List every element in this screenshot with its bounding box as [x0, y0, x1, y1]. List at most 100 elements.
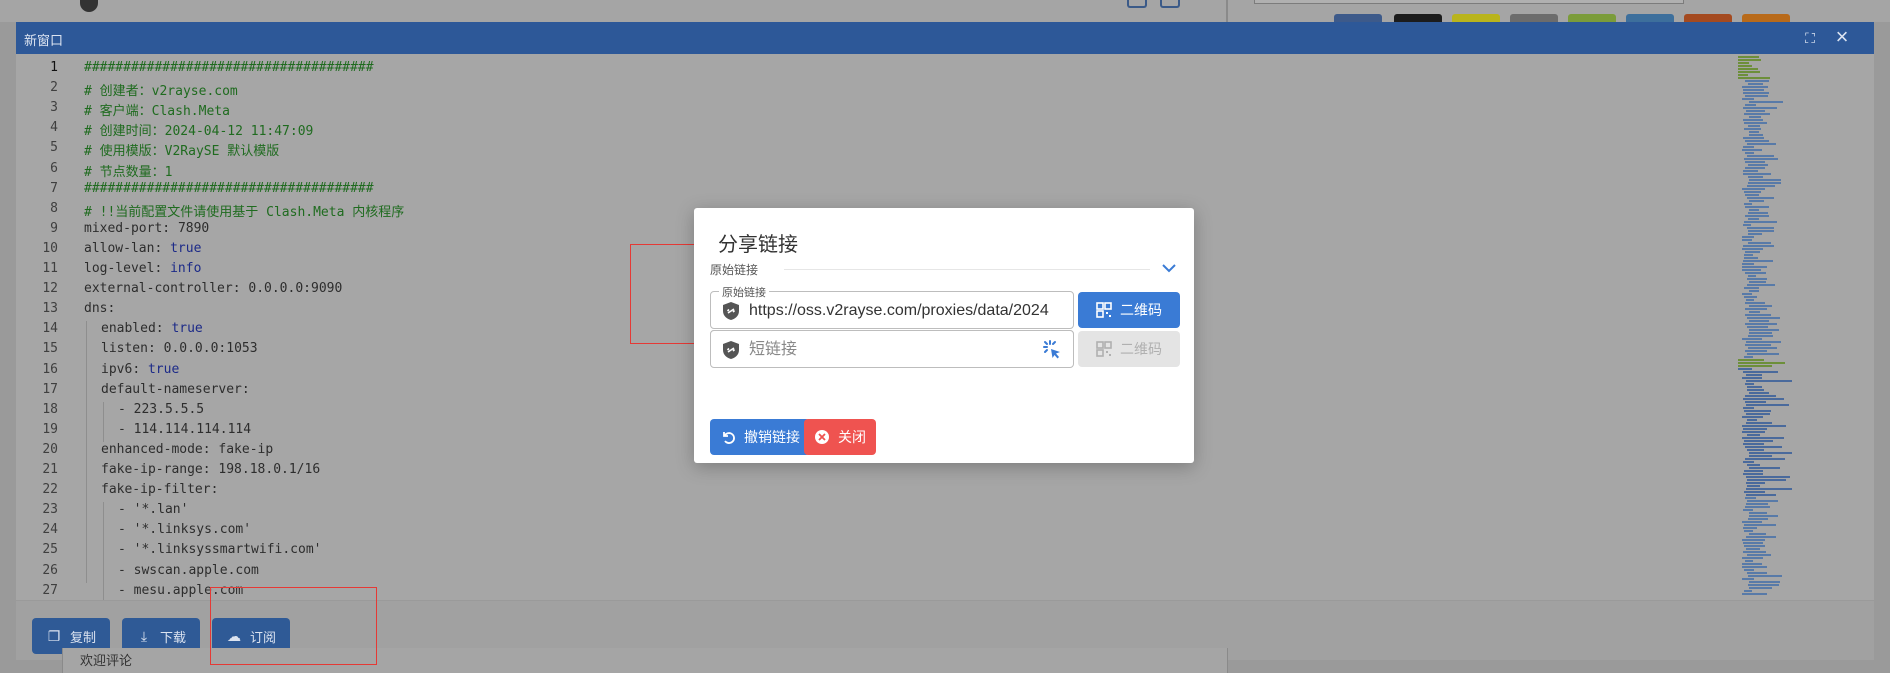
minimap-line: [1738, 77, 1770, 79]
highlight-box-subscribe: [210, 587, 377, 665]
revoke-link-button[interactable]: 撤销链接: [710, 419, 810, 455]
code-value: true: [170, 240, 202, 256]
code-line: - '*.linksyssmartwifi.com': [118, 542, 322, 557]
minimap-line: [1748, 518, 1768, 520]
minimap-line: [1749, 332, 1772, 334]
editor-minimap[interactable]: [1738, 56, 1868, 600]
code-separator: :: [107, 301, 116, 317]
line-number: 24: [42, 522, 58, 538]
minimap-line: [1743, 173, 1771, 175]
page-divider: [1226, 0, 1228, 22]
code-value: - swscan.apple.com: [118, 562, 259, 578]
minimap-line: [1749, 179, 1781, 181]
minimap-line: [1744, 524, 1776, 526]
code-key: dns: [84, 301, 108, 317]
qr-code-button-disabled[interactable]: 二维码: [1078, 331, 1180, 367]
minimap-line: [1745, 251, 1760, 253]
minimap-line: [1743, 473, 1763, 475]
minimap-line: [1745, 80, 1769, 82]
minimap-line: [1738, 368, 1752, 370]
minimap-line: [1745, 344, 1771, 346]
minimap-line: [1742, 338, 1762, 340]
minimap-line: [1738, 365, 1772, 367]
indent-guide: [86, 321, 87, 583]
minimap-line: [1745, 104, 1756, 106]
loading-cursor-icon[interactable]: [1041, 339, 1063, 361]
line-number: 20: [42, 441, 58, 457]
code-key: enhanced-mode: [101, 441, 203, 457]
window-titlebar[interactable]: 新窗口 ⛶ ×: [16, 22, 1874, 54]
minimap-line: [1738, 359, 1764, 361]
code-value: # 使用模版：V2RaySE 默认模版: [84, 144, 280, 160]
code-separator: :: [154, 240, 171, 256]
close-circle-icon: [815, 430, 829, 444]
line-number: 7: [50, 180, 58, 196]
minimap-line: [1743, 92, 1769, 94]
shield-link-icon: [723, 302, 739, 320]
minimap-line: [1744, 470, 1763, 472]
minimap-line: [1742, 416, 1763, 418]
close-icon[interactable]: ×: [1832, 26, 1852, 48]
minimap-line: [1742, 239, 1752, 241]
code-line: mixed-port: 7890: [84, 221, 209, 236]
code-line: allow-lan: true: [84, 241, 201, 256]
minimap-line: [1749, 320, 1769, 322]
minimap-line: [1738, 62, 1749, 64]
minimap-line: [1748, 218, 1759, 220]
minimap-line: [1745, 401, 1766, 403]
code-key: external-controller: [84, 281, 233, 297]
line-number: 21: [42, 462, 58, 477]
qr-code-button[interactable]: 二维码: [1078, 292, 1180, 328]
indent-guide: [103, 401, 104, 442]
code-line: enhanced-mode: fake-ip: [101, 442, 273, 457]
code-key: listen: [101, 341, 148, 357]
code-value: - '*.linksys.com': [118, 522, 252, 538]
minimap-line: [1748, 164, 1768, 166]
code-value: 7890: [177, 220, 210, 236]
code-key: ipv6: [101, 361, 133, 377]
toolbar-icon: [1160, 0, 1180, 8]
minimap-line: [1738, 59, 1761, 61]
short-link-input[interactable]: [749, 339, 1029, 361]
minimap-line: [1749, 452, 1792, 454]
minimap-line: [1743, 245, 1774, 247]
section-label: 原始链接: [710, 263, 759, 277]
code-line: - swscan.apple.com: [118, 563, 259, 578]
original-link-field[interactable]: 原始链接: [710, 284, 1074, 329]
minimap-line: [1749, 587, 1772, 589]
maximize-icon[interactable]: ⛶: [1802, 30, 1818, 46]
minimap-line: [1748, 182, 1781, 184]
toolbar-icon: [1127, 0, 1147, 8]
minimap-line: [1748, 125, 1760, 127]
section-divider: [784, 269, 1150, 270]
minimap-line: [1749, 515, 1778, 517]
minimap-line: [1742, 86, 1768, 88]
minimap-line: [1747, 278, 1767, 280]
code-key: enabled: [101, 321, 156, 337]
original-link-input[interactable]: [749, 300, 1063, 322]
minimap-line: [1749, 329, 1779, 331]
minimap-line: [1743, 407, 1754, 409]
code-value: - 114.114.114.114: [118, 421, 252, 437]
comments-label: 欢迎评论: [80, 653, 133, 668]
minimap-line: [1748, 212, 1768, 214]
line-number: 18: [42, 401, 58, 417]
chevron-down-icon[interactable]: [1160, 259, 1178, 277]
close-label: 关闭: [838, 429, 866, 445]
line-number: 25: [42, 542, 58, 558]
minimap-line: [1748, 584, 1779, 586]
line-number: 13: [42, 301, 58, 317]
short-link-field[interactable]: [710, 330, 1074, 368]
minimap-line: [1749, 290, 1759, 292]
code-separator: :: [202, 441, 219, 457]
minimap-line: [1747, 353, 1779, 355]
download-icon: ⤓: [140, 628, 148, 644]
minimap-line: [1747, 185, 1775, 187]
minimap-line: [1743, 461, 1754, 463]
code-key: default-nameserver: [101, 381, 242, 397]
line-number: 5: [50, 140, 58, 156]
minimap-line: [1749, 581, 1780, 583]
close-button[interactable]: 关闭: [804, 419, 876, 455]
code-line: external-controller: 0.0.0.0:9090: [84, 281, 342, 296]
code-value: # 节点数量：1: [84, 164, 173, 180]
